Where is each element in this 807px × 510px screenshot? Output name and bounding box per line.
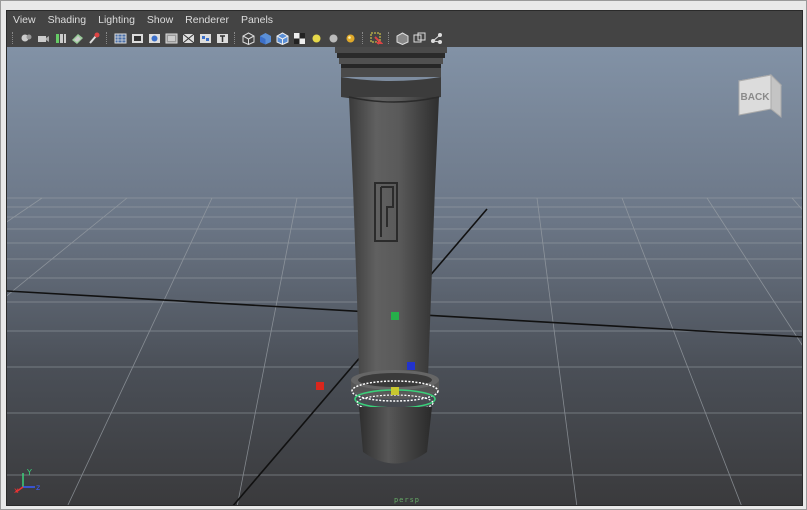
move-center-handle[interactable] bbox=[391, 387, 399, 395]
select-camera-icon[interactable] bbox=[20, 32, 33, 45]
move-y-handle[interactable] bbox=[391, 312, 399, 320]
menu-renderer[interactable]: Renderer bbox=[179, 14, 235, 26]
wireframe-on-shaded-icon[interactable] bbox=[276, 31, 289, 45]
menu-shading[interactable]: Shading bbox=[42, 14, 93, 26]
viewcube-face-label: BACK bbox=[741, 92, 771, 103]
xray-icon[interactable] bbox=[396, 31, 409, 45]
menu-panels[interactable]: Panels bbox=[235, 14, 279, 26]
viewport-scene[interactable] bbox=[7, 47, 803, 506]
smooth-shade-icon[interactable] bbox=[259, 32, 272, 45]
toolbar-separator bbox=[388, 32, 391, 44]
toolbar-separator bbox=[12, 32, 15, 44]
menu-lighting[interactable]: Lighting bbox=[92, 14, 141, 26]
gate-mask-icon[interactable] bbox=[165, 32, 178, 45]
camera-name-label: persp bbox=[393, 496, 421, 504]
camera-attributes-icon[interactable] bbox=[37, 32, 50, 45]
textured-icon[interactable] bbox=[293, 32, 306, 45]
film-gate-icon[interactable] bbox=[131, 32, 144, 45]
axis-y-label: Y bbox=[26, 468, 32, 477]
xray-components-icon[interactable] bbox=[430, 32, 443, 45]
perspective-panel: View Shading Lighting Show Renderer Pane… bbox=[6, 10, 803, 506]
image-plane-icon[interactable] bbox=[71, 32, 84, 45]
perspective-viewport[interactable]: BACK Y z x persp bbox=[7, 47, 803, 506]
move-x-handle[interactable] bbox=[316, 382, 324, 390]
menu-show[interactable]: Show bbox=[141, 14, 179, 26]
safe-title-icon[interactable] bbox=[216, 32, 229, 45]
toolbar-separator bbox=[362, 32, 365, 44]
xray-joints-icon[interactable] bbox=[413, 32, 426, 45]
axis-orientation-widget: Y z x bbox=[13, 465, 43, 495]
toolbar-separator bbox=[234, 32, 237, 44]
grid-icon[interactable] bbox=[114, 32, 127, 45]
resolution-gate-icon[interactable] bbox=[148, 32, 161, 45]
isolate-select-icon[interactable] bbox=[370, 32, 383, 45]
default-light-icon[interactable] bbox=[310, 32, 323, 45]
app-window: View Shading Lighting Show Renderer Pane… bbox=[0, 0, 807, 510]
move-z-handle[interactable] bbox=[407, 362, 415, 370]
high-quality-icon[interactable] bbox=[344, 32, 357, 45]
wireframe-icon[interactable] bbox=[242, 31, 255, 45]
safe-action-icon[interactable] bbox=[199, 32, 212, 45]
bookmark-icon[interactable] bbox=[54, 32, 67, 45]
axis-x-label: x bbox=[14, 486, 19, 495]
shadows-icon[interactable] bbox=[327, 32, 340, 45]
camera-tools-icon[interactable] bbox=[88, 32, 101, 45]
menu-view[interactable]: View bbox=[7, 14, 42, 26]
panel-menubar: View Shading Lighting Show Renderer Pane… bbox=[7, 11, 802, 29]
toolbar-separator bbox=[106, 32, 109, 44]
field-chart-icon[interactable] bbox=[182, 32, 195, 45]
panel-toolbar bbox=[7, 29, 802, 47]
axis-z-label: z bbox=[36, 483, 40, 492]
viewcube[interactable]: BACK bbox=[731, 71, 783, 123]
